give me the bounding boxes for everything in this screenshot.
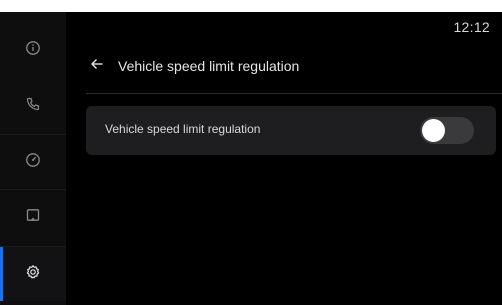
active-indicator — [0, 247, 3, 301]
info-icon — [25, 40, 41, 61]
toggle-knob — [422, 119, 445, 142]
app-screen: 12:12 Vehicle speed limit regulation Veh… — [0, 12, 502, 305]
header-divider — [86, 93, 502, 94]
gear-icon — [25, 264, 41, 285]
screen-icon — [25, 207, 41, 228]
rail-item-settings[interactable] — [0, 246, 66, 301]
speed-limit-regulation-row[interactable]: Vehicle speed limit regulation — [86, 106, 496, 155]
side-navigation-rail — [0, 12, 66, 305]
rail-item-info[interactable] — [0, 23, 66, 77]
phone-icon — [25, 96, 41, 117]
speedometer-icon — [25, 152, 41, 173]
back-button[interactable] — [86, 55, 108, 77]
rail-item-display[interactable] — [0, 189, 66, 244]
arrow-left-icon — [89, 56, 105, 77]
speed-limit-regulation-toggle[interactable] — [420, 117, 474, 144]
rail-item-vehicle[interactable] — [0, 134, 66, 189]
rail-item-phone[interactable] — [0, 79, 66, 133]
status-clock: 12:12 — [453, 19, 490, 35]
page-title: Vehicle speed limit regulation — [118, 58, 300, 74]
setting-label: Vehicle speed limit regulation — [105, 122, 261, 136]
